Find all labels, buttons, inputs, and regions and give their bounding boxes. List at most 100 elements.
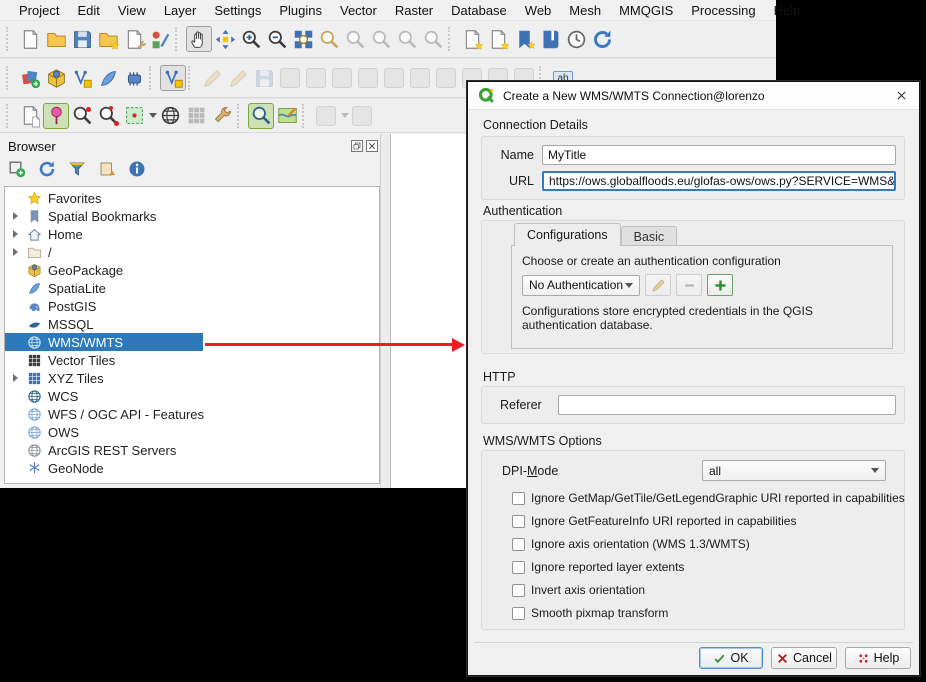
dialog-titlebar[interactable]: Create a New WMS/WMTS Connection@lorenzo [468, 82, 919, 110]
select-features-dropdown-icon[interactable] [341, 113, 349, 118]
checkbox-icon[interactable] [512, 515, 525, 528]
select-region-icon[interactable] [121, 103, 147, 129]
menu-settings[interactable]: Settings [205, 3, 270, 18]
attributes-table-icon[interactable] [355, 65, 381, 91]
zoom-native-icon[interactable] [368, 26, 394, 52]
menu-edit[interactable]: Edit [68, 3, 108, 18]
tree-item-vector-tiles[interactable]: Vector Tiles [5, 351, 379, 369]
pan-to-selection-icon[interactable] [212, 26, 238, 52]
toolbar-grip[interactable] [302, 104, 309, 128]
data-source-manager-icon[interactable] [17, 65, 43, 91]
dpi-mode-combo[interactable]: all [702, 460, 886, 481]
toolbar-grip[interactable] [6, 66, 13, 90]
tree-item-spatialite[interactable]: SpatiaLite [5, 279, 379, 297]
zoom-next-icon[interactable] [420, 26, 446, 52]
expand-arrow-icon[interactable] [13, 248, 18, 256]
tree-item-ows[interactable]: OWS [5, 423, 379, 441]
close-panel-icon[interactable] [366, 140, 378, 152]
delete-selected-icon[interactable] [381, 65, 407, 91]
menu-project[interactable]: Project [10, 3, 68, 18]
expand-arrow-icon[interactable] [13, 374, 18, 382]
toggle-editing-icon[interactable] [225, 65, 251, 91]
menu-web[interactable]: Web [516, 3, 561, 18]
checkbox-icon[interactable] [512, 538, 525, 551]
tab-basic[interactable]: Basic [621, 226, 678, 246]
tree-item-mssql[interactable]: MSSQL [5, 315, 379, 333]
open-project-icon[interactable] [43, 26, 69, 52]
cancel-button[interactable]: Cancel [771, 647, 837, 669]
add-selected-layers-icon[interactable] [6, 158, 28, 180]
tree-item-wcs[interactable]: WCS [5, 387, 379, 405]
zoom-last-icon[interactable] [394, 26, 420, 52]
expand-arrow-icon[interactable] [13, 212, 18, 220]
toolbar-grip[interactable] [149, 66, 156, 90]
tree-item-root[interactable]: / [5, 243, 379, 261]
properties-widget-icon[interactable] [126, 158, 148, 180]
copy-features-icon[interactable] [433, 65, 459, 91]
remove-auth-icon[interactable] [676, 274, 702, 296]
new-vector-layer-icon[interactable] [160, 65, 186, 91]
toolbar-grip[interactable] [448, 27, 455, 51]
tree-item-xyz-tiles[interactable]: XYZ Tiles [5, 369, 379, 387]
refresh-browser-icon[interactable] [36, 158, 58, 180]
menu-mmqgis[interactable]: MMQGIS [610, 3, 682, 18]
menu-processing[interactable]: Processing [682, 3, 764, 18]
help-button[interactable]: Help [845, 647, 911, 669]
new-project-icon[interactable] [17, 26, 43, 52]
open-attribute-form-icon[interactable] [349, 103, 375, 129]
collapse-all-icon[interactable] [96, 158, 118, 180]
zoom-full-icon[interactable] [290, 26, 316, 52]
auth-config-combo[interactable]: No Authentication [522, 275, 640, 296]
move-xy-icon[interactable] [183, 103, 209, 129]
checkbox-smooth-pixmap[interactable]: Smooth pixmap transform [512, 605, 668, 621]
checkbox-icon[interactable] [512, 492, 525, 505]
menu-database[interactable]: Database [442, 3, 516, 18]
url-input[interactable]: https://ows.globalfloods.eu/glofas-ows/o… [542, 171, 896, 191]
tree-item-home[interactable]: Home [5, 225, 379, 243]
select-features-icon[interactable] [313, 103, 339, 129]
add-auth-icon[interactable] [707, 274, 733, 296]
tree-item-postgis[interactable]: PostGIS [5, 297, 379, 315]
new-3d-map-view-icon[interactable] [485, 26, 511, 52]
web-globe-icon[interactable] [157, 103, 183, 129]
save-project-icon[interactable] [69, 26, 95, 52]
menu-vector[interactable]: Vector [331, 3, 386, 18]
toolbar-grip[interactable] [6, 27, 13, 51]
new-bookmark-icon[interactable] [511, 26, 537, 52]
toolbar-grip[interactable] [175, 27, 182, 51]
menu-raster[interactable]: Raster [386, 3, 442, 18]
new-layout-icon[interactable] [95, 26, 121, 52]
tree-item-geopackage[interactable]: GeoPackage [5, 261, 379, 279]
menu-view[interactable]: View [109, 3, 155, 18]
tree-item-wfs[interactable]: WFS / OGC API - Features [5, 405, 379, 423]
mmqgis-map-icon[interactable] [274, 103, 300, 129]
digitize-icon[interactable] [277, 65, 303, 91]
menu-plugins[interactable]: Plugins [270, 3, 331, 18]
checkbox-invert-axis[interactable]: Invert axis orientation [512, 582, 645, 598]
pan-map-icon[interactable] [186, 26, 212, 52]
filter-browser-icon[interactable] [66, 158, 88, 180]
vertex-tool-icon[interactable] [329, 65, 355, 91]
identify-features-icon[interactable] [248, 103, 274, 129]
new-shapefile-icon[interactable] [69, 65, 95, 91]
new-map-view-icon[interactable] [459, 26, 485, 52]
checkbox-icon[interactable] [512, 607, 525, 620]
zoom-to-selection-icon[interactable] [316, 26, 342, 52]
ok-button[interactable]: OK [699, 647, 763, 669]
zoom-out-icon[interactable] [264, 26, 290, 52]
new-virtual-layer-icon[interactable] [121, 65, 147, 91]
copy-style-icon[interactable] [17, 103, 43, 129]
temporal-controller-icon[interactable] [563, 26, 589, 52]
menu-mesh[interactable]: Mesh [560, 3, 610, 18]
processing-wrench-icon[interactable] [209, 103, 235, 129]
add-feature-icon[interactable] [303, 65, 329, 91]
checkbox-ignore-layer-extents[interactable]: Ignore reported layer extents [512, 559, 684, 575]
refresh-map-icon[interactable] [589, 26, 615, 52]
checkbox-icon[interactable] [512, 584, 525, 597]
tree-item-arcgis-rest[interactable]: ArcGIS REST Servers [5, 441, 379, 459]
zoom-highlight-icon[interactable] [69, 103, 95, 129]
toolbar-grip[interactable] [237, 104, 244, 128]
menu-help[interactable]: Help [765, 3, 810, 18]
float-panel-icon[interactable] [351, 140, 363, 152]
tree-item-geonode[interactable]: GeoNode [5, 459, 379, 477]
